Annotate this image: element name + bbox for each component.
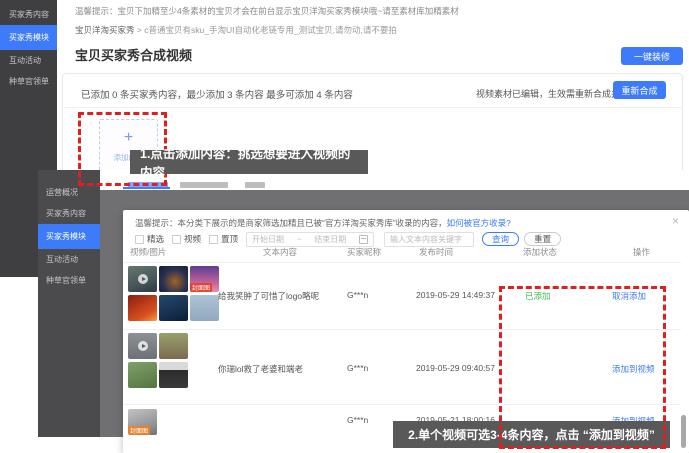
image-thumbnail[interactable] bbox=[159, 266, 188, 292]
row-time: 2019-05-29 14:49:37 bbox=[416, 290, 495, 300]
sidebar2-item-overview[interactable]: 运营概况 bbox=[38, 182, 100, 203]
play-icon bbox=[138, 274, 148, 284]
col-status: 添加状态 bbox=[523, 246, 557, 258]
filter-bar: 精选 视频 置顶 开始日期 ~ 结束日期 输入文本内容关键字 查询 重置 bbox=[135, 231, 675, 247]
sidebar2-item-grass-order[interactable]: 种草官领单 bbox=[38, 270, 100, 291]
row-buyer: G***n bbox=[347, 290, 368, 300]
breadcrumb-root[interactable]: 宝贝洋淘买家秀 bbox=[75, 25, 135, 35]
page-title: 宝贝买家秀合成视频 bbox=[75, 45, 192, 64]
image-thumbnail[interactable] bbox=[190, 295, 219, 321]
modal-notice-text: 温馨提示：本分类下展示的是商家筛选加精且已被“官方洋淘买家秀库”收录的内容， bbox=[135, 218, 447, 228]
breadcrumb-separator: > bbox=[137, 25, 142, 35]
video-thumbnail[interactable] bbox=[128, 333, 157, 359]
annotation-tooltip-step1: 1.点击添加内容：挑选想要进入视频的内容 bbox=[130, 150, 368, 174]
cover-badge: 封面图 bbox=[190, 283, 212, 292]
checkbox-icon bbox=[172, 235, 181, 244]
cancel-add-link[interactable]: 取消添加 bbox=[612, 290, 646, 302]
checkbox-label: 精选 bbox=[147, 233, 164, 245]
breadcrumb: 宝贝洋淘买家秀 > c普通宝贝有sku_手淘UI自动化老链专用_测试宝贝,请勿动… bbox=[75, 24, 397, 36]
sidebar2-item-interactive-activity[interactable]: 互动活动 bbox=[38, 249, 100, 270]
image-thumbnail[interactable]: 封面图 bbox=[128, 409, 157, 435]
row-buyer: G***n bbox=[347, 363, 368, 373]
row-status: 已添加 bbox=[525, 290, 551, 302]
search-button[interactable]: 查询 bbox=[482, 232, 519, 246]
window2-sidebar: 运营概况 买家秀内容 买家秀模块 互动活动 种草官领单 bbox=[38, 170, 100, 437]
calendar-icon bbox=[359, 235, 368, 244]
modal-scrollbar-thumb[interactable] bbox=[681, 415, 686, 448]
cover-badge: 封面图 bbox=[128, 426, 150, 435]
divider bbox=[123, 329, 681, 330]
modal-notice: 温馨提示：本分类下展示的是商家筛选加精且已被“官方洋淘买家秀库”收录的内容，如何… bbox=[135, 217, 511, 229]
image-thumbnail[interactable] bbox=[159, 362, 188, 388]
date-range-input[interactable]: 开始日期 ~ 结束日期 bbox=[246, 232, 374, 247]
add-to-video-link[interactable]: 添加到视频 bbox=[612, 363, 655, 375]
col-text: 文本内容 bbox=[263, 246, 297, 258]
date-start-placeholder: 开始日期 bbox=[252, 234, 284, 245]
col-media: 视频/图片 bbox=[130, 246, 166, 258]
col-time: 发布时间 bbox=[419, 246, 453, 258]
checkbox-video[interactable]: 视频 bbox=[172, 233, 201, 245]
row-text: 给我笑肿了可惜了logo略呢 bbox=[218, 290, 343, 302]
row-buyer: G***n bbox=[347, 415, 368, 425]
checkbox-featured[interactable]: 精选 bbox=[135, 233, 164, 245]
sidebar-item-buyer-show-module[interactable]: 买家秀模块 bbox=[0, 25, 57, 50]
divider bbox=[123, 404, 681, 405]
reset-button[interactable]: 重置 bbox=[524, 232, 561, 246]
tab-stub[interactable] bbox=[245, 182, 265, 188]
image-thumbnail[interactable] bbox=[159, 333, 188, 359]
recompose-button[interactable]: 重新合成 bbox=[613, 81, 666, 99]
tab-stub[interactable] bbox=[180, 182, 228, 188]
panel-divider bbox=[63, 107, 682, 108]
checkbox-icon bbox=[209, 235, 218, 244]
annotation-tooltip-step2: 2.单个视频可选3-4条内容，点击 “添加到视频” bbox=[393, 421, 670, 448]
col-action: 操作 bbox=[633, 246, 650, 258]
breadcrumb-current: c普通宝贝有sku_手淘UI自动化老链专用_测试宝贝,请勿动,请不要拍 bbox=[144, 25, 397, 35]
keyword-input[interactable]: 输入文本内容关键字 bbox=[384, 232, 474, 247]
divider bbox=[123, 262, 681, 263]
checkbox-label: 置顶 bbox=[221, 233, 238, 245]
video-thumbnail[interactable] bbox=[128, 266, 157, 292]
sidebar-item-interactive-activity[interactable]: 互动活动 bbox=[0, 50, 57, 71]
added-count-text: 已添加 0 条买家秀内容，最少添加 3 条内容 最多可添加 4 条内容 bbox=[81, 87, 353, 101]
one-key-decorate-button[interactable]: 一键装修 bbox=[621, 47, 683, 65]
keyword-placeholder: 输入文本内容关键字 bbox=[390, 234, 462, 245]
notice-text: 温馨提示：宝贝下加精至少4条素材的宝贝才会在前台显示宝贝洋淘买家秀模块哦~请至素… bbox=[75, 5, 675, 17]
image-thumbnail[interactable] bbox=[159, 295, 188, 321]
image-thumbnail[interactable] bbox=[128, 295, 157, 321]
image-thumbnail[interactable] bbox=[128, 362, 157, 388]
tab-active-underline bbox=[123, 187, 170, 189]
checkbox-icon bbox=[135, 235, 144, 244]
date-separator: ~ bbox=[297, 235, 302, 244]
col-buyer: 买家昵称 bbox=[347, 246, 381, 258]
row-time: 2019-05-29 09:40:57 bbox=[416, 363, 495, 373]
play-icon bbox=[138, 341, 148, 351]
official-include-link[interactable]: 如何被官方收录? bbox=[447, 218, 511, 228]
date-end-placeholder: 结束日期 bbox=[314, 234, 346, 245]
sidebar2-item-buyer-show-content[interactable]: 买家秀内容 bbox=[38, 203, 100, 224]
image-thumbnail[interactable]: 封面图 bbox=[190, 266, 219, 292]
row-text: 你瑞lol救了老婆和端老 bbox=[218, 363, 343, 375]
sidebar-item-grass-order[interactable]: 种草官领单 bbox=[0, 71, 57, 92]
sidebar2-item-buyer-show-module[interactable]: 买家秀模块 bbox=[38, 224, 100, 249]
table-header: 视频/图片 文本内容 买家昵称 发布时间 添加状态 操作 bbox=[123, 246, 681, 260]
sidebar-item-buyer-show-content[interactable]: 买家秀内容 bbox=[0, 4, 57, 25]
checkbox-label: 视频 bbox=[184, 233, 201, 245]
checkbox-pinned[interactable]: 置顶 bbox=[209, 233, 238, 245]
content-picker-modal: × 温馨提示：本分类下展示的是商家筛选加精且已被“官方洋淘买家秀库”收录的内容，… bbox=[123, 210, 689, 453]
close-icon[interactable]: × bbox=[672, 214, 679, 228]
